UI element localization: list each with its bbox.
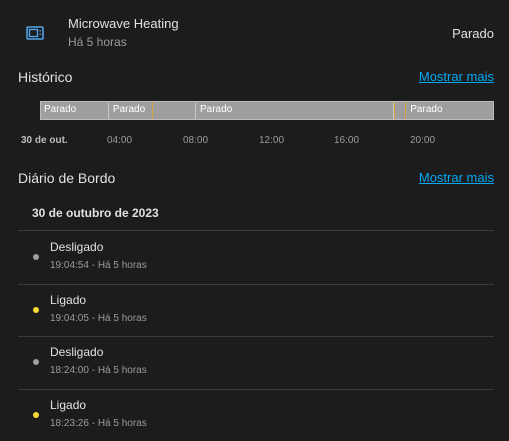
timeline-tick-label: 08:00 <box>183 135 209 146</box>
history-timeline[interactable]: Parado Parado Parado Parado <box>40 101 494 120</box>
timeline-tick-label: 12:00 <box>259 135 285 146</box>
timeline-segment-label: Parado <box>200 104 233 115</box>
entity-row[interactable]: Microwave Heating Há 5 horas Parado <box>0 0 509 64</box>
state-dot-icon <box>33 359 39 365</box>
logbook-entry-state: Ligado <box>50 292 87 307</box>
logbook-entry-time: 18:23:26 - Há 5 horas <box>50 417 147 429</box>
logbook-date-header: 30 de outubro de 2023 <box>32 206 159 220</box>
logbook-entry-state: Desligado <box>50 345 104 359</box>
timeline-segment-label: Parado <box>112 104 146 115</box>
timeline-tick-label: 30 de out. <box>21 135 68 146</box>
logbook-title: Diário de Bordo <box>18 170 116 186</box>
logbook-entry-time: 19:04:05 - Há 5 horas <box>50 312 147 324</box>
logbook-entry[interactable]: Ligado 18:23:26 - Há 5 horas <box>0 389 509 441</box>
logbook-entry[interactable]: Desligado 19:04:54 - Há 5 horas <box>0 231 509 283</box>
logbook-entry-time: 19:04:54 - Há 5 horas <box>50 260 147 271</box>
microwave-icon <box>26 26 44 40</box>
logbook-entry[interactable]: Ligado 19:04:05 - Há 5 horas <box>0 284 509 336</box>
timeline-segment-label: Parado <box>44 104 77 115</box>
timeline-segment[interactable]: Parado <box>40 101 109 120</box>
entity-name: Microwave Heating <box>68 16 179 31</box>
state-dot-icon <box>33 254 39 260</box>
timeline-segment[interactable] <box>393 101 407 120</box>
logbook-entry[interactable]: Desligado 18:24:00 - Há 5 horas <box>0 336 509 388</box>
timeline-tick-label: 20:00 <box>410 135 436 146</box>
history-title: Histórico <box>18 69 73 85</box>
timeline-segment[interactable]: Parado <box>196 101 394 120</box>
timeline-tick-label: 04:00 <box>107 135 133 146</box>
timeline-marker <box>152 101 153 120</box>
logbook-show-more-link[interactable]: Mostrar mais <box>419 170 494 185</box>
logbook-entry-state: Ligado <box>50 397 87 412</box>
logbook-entry-time: 18:24:00 - Há 5 horas <box>50 365 147 376</box>
timeline-segment-label: Parado <box>410 104 443 115</box>
logbook-entry-state: Desligado <box>50 240 104 254</box>
timeline-segment[interactable]: Parado <box>406 101 494 120</box>
entity-last-changed: Há 5 horas <box>68 35 127 49</box>
entity-state: Parado <box>452 26 494 41</box>
timeline-tick-label: 16:00 <box>334 135 360 146</box>
history-show-more-link[interactable]: Mostrar mais <box>419 69 494 84</box>
state-dot-icon <box>33 411 39 418</box>
state-dot-icon <box>33 306 39 313</box>
